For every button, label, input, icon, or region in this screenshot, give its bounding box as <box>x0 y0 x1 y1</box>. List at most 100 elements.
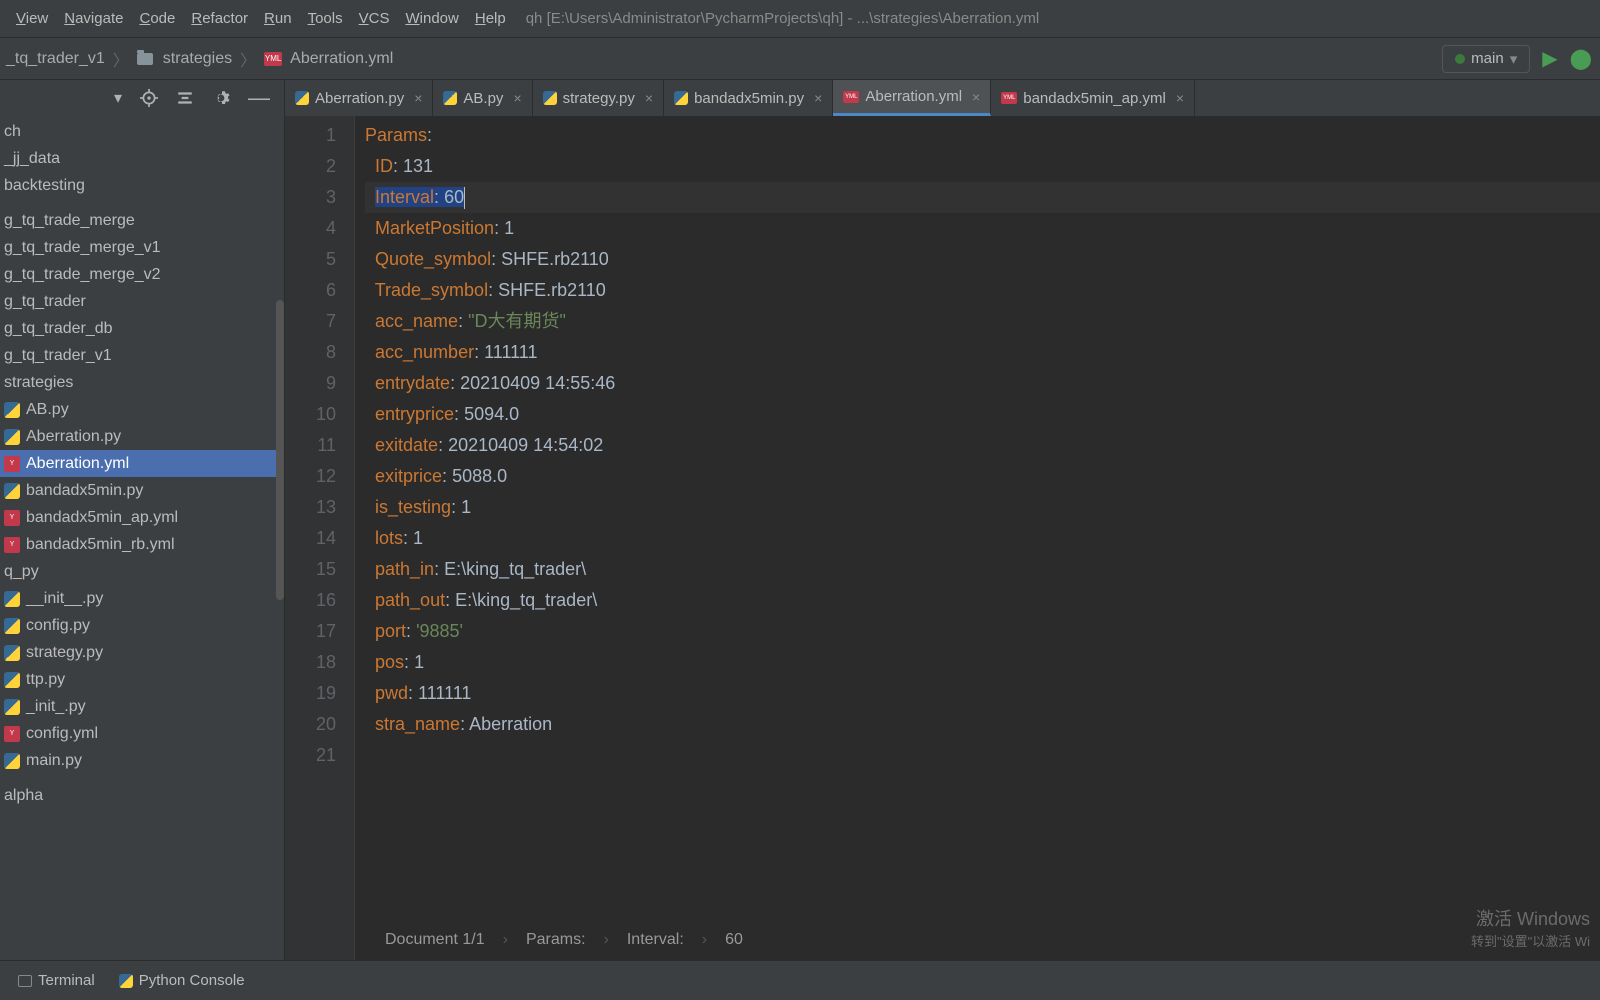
file-tree[interactable]: ch_jj_databacktestingg_tq_trade_mergeg_t… <box>0 116 284 960</box>
tree-item[interactable]: main.py <box>0 747 284 774</box>
tab-label: strategy.py <box>563 90 635 107</box>
tree-item[interactable]: Ybandadx5min_rb.yml <box>0 531 284 558</box>
status-path-segment[interactable]: 60 <box>725 931 743 949</box>
code-line[interactable]: exitdate: 20210409 14:54:02 <box>365 430 1600 461</box>
tree-item[interactable]: q_py <box>0 558 284 585</box>
menu-run[interactable]: Run <box>256 6 300 31</box>
close-tab-icon[interactable]: × <box>414 90 422 106</box>
tree-item-label: main.py <box>26 752 82 770</box>
code-line[interactable]: pos: 1 <box>365 647 1600 678</box>
hide-sidebar-button[interactable]: — <box>248 91 270 105</box>
close-tab-icon[interactable]: × <box>1176 90 1184 106</box>
chevron-right-icon: 〉 <box>113 47 129 71</box>
tree-item-label: config.yml <box>26 725 98 743</box>
status-path-segment[interactable]: Interval: <box>627 931 684 949</box>
code-line[interactable]: lots: 1 <box>365 523 1600 554</box>
menu-window[interactable]: Window <box>397 6 466 31</box>
collapse-all-icon[interactable] <box>176 89 194 107</box>
code-line[interactable]: port: '9885' <box>365 616 1600 647</box>
menu-tools[interactable]: Tools <box>300 6 351 31</box>
expand-arrow-icon[interactable]: ▾ <box>114 88 122 108</box>
close-tab-icon[interactable]: × <box>972 89 980 105</box>
tree-item-label: _init_.py <box>26 698 86 716</box>
editor-tab[interactable]: bandadx5min.py× <box>664 80 833 116</box>
tree-item[interactable]: bandadx5min.py <box>0 477 284 504</box>
gear-icon[interactable] <box>212 89 230 107</box>
close-tab-icon[interactable]: × <box>645 90 653 106</box>
tree-item[interactable]: g_tq_trader <box>0 288 284 315</box>
code-area[interactable]: 123456789101112131415161718192021 Params… <box>285 116 1600 960</box>
editor-tab[interactable]: YMLbandadx5min_ap.yml× <box>991 80 1195 116</box>
code-line[interactable]: acc_number: 111111 <box>365 337 1600 368</box>
close-tab-icon[interactable]: × <box>814 90 822 106</box>
close-tab-icon[interactable]: × <box>513 90 521 106</box>
tree-item[interactable]: AB.py <box>0 396 284 423</box>
tree-item[interactable]: _jj_data <box>0 145 284 172</box>
code-line[interactable]: entrydate: 20210409 14:55:46 <box>365 368 1600 399</box>
tree-item[interactable]: strategies <box>0 369 284 396</box>
locate-icon[interactable] <box>140 89 158 107</box>
windows-activation-watermark: 激活 Windows 转到"设置"以激活 Wi <box>1471 905 1590 950</box>
code-line[interactable]: is_testing: 1 <box>365 492 1600 523</box>
menu-refactor[interactable]: Refactor <box>183 6 256 31</box>
scrollbar-thumb[interactable] <box>276 300 284 600</box>
breadcrumb-item[interactable]: strategies <box>163 50 232 68</box>
line-number: 9 <box>285 368 336 399</box>
terminal-tool-button[interactable]: Terminal <box>18 972 95 989</box>
code-line[interactable]: MarketPosition: 1 <box>365 213 1600 244</box>
python-console-tool-button[interactable]: Python Console <box>119 972 245 989</box>
tree-item[interactable]: ttp.py <box>0 666 284 693</box>
tree-item[interactable]: Aberration.py <box>0 423 284 450</box>
code-line[interactable]: pwd: 111111 <box>365 678 1600 709</box>
code-line[interactable]: Quote_symbol: SHFE.rb2110 <box>365 244 1600 275</box>
menu-help[interactable]: Help <box>467 6 514 31</box>
python-file-icon <box>4 429 20 445</box>
tree-item[interactable]: strategy.py <box>0 639 284 666</box>
tree-item[interactable]: g_tq_trade_merge_v1 <box>0 234 284 261</box>
tree-item[interactable]: g_tq_trade_merge <box>0 207 284 234</box>
code-line[interactable]: path_out: E:\king_tq_trader\ <box>365 585 1600 616</box>
breadcrumb-item[interactable]: Aberration.yml <box>290 50 393 68</box>
code-line[interactable]: stra_name: Aberration <box>365 709 1600 740</box>
tree-item[interactable]: backtesting <box>0 172 284 199</box>
breadcrumb-item[interactable]: _tq_trader_v1 <box>6 50 105 68</box>
menu-vcs[interactable]: VCS <box>351 6 398 31</box>
code-line[interactable]: path_in: E:\king_tq_trader\ <box>365 554 1600 585</box>
tree-item[interactable]: config.py <box>0 612 284 639</box>
code-line[interactable]: Trade_symbol: SHFE.rb2110 <box>365 275 1600 306</box>
python-file-icon <box>4 402 20 418</box>
code-line[interactable]: entryprice: 5094.0 <box>365 399 1600 430</box>
tree-item[interactable]: YAberration.yml <box>0 450 284 477</box>
code-line[interactable]: Interval: 60 <box>365 182 1600 213</box>
menu-view[interactable]: View <box>8 6 56 31</box>
editor-tab[interactable]: Aberration.py× <box>285 80 433 116</box>
code-body[interactable]: Params: ID: 131 Interval: 60 MarketPosit… <box>355 116 1600 960</box>
editor-tab[interactable]: YMLAberration.yml× <box>833 80 991 116</box>
run-configuration-selector[interactable]: main ▾ <box>1442 45 1530 73</box>
code-line[interactable]: Params: <box>365 120 1600 151</box>
code-line[interactable]: ID: 131 <box>365 151 1600 182</box>
menu-navigate[interactable]: Navigate <box>56 6 131 31</box>
status-path-segment[interactable]: Params: <box>526 931 586 949</box>
tree-item[interactable]: __init__.py <box>0 585 284 612</box>
python-file-icon <box>543 91 557 105</box>
tree-item[interactable]: Ybandadx5min_ap.yml <box>0 504 284 531</box>
tree-item[interactable]: alpha <box>0 782 284 809</box>
tree-item[interactable]: g_tq_trade_merge_v2 <box>0 261 284 288</box>
editor-tab[interactable]: AB.py× <box>433 80 532 116</box>
tree-item-label: g_tq_trader_db <box>4 320 113 338</box>
editor-tab[interactable]: strategy.py × <box>533 80 664 116</box>
tree-item[interactable]: Yconfig.yml <box>0 720 284 747</box>
line-number: 10 <box>285 399 336 430</box>
debug-button[interactable]: ⬤ <box>1570 46 1592 71</box>
tree-item[interactable]: g_tq_trader_db <box>0 315 284 342</box>
tree-item[interactable]: g_tq_trader_v1 <box>0 342 284 369</box>
code-line[interactable]: acc_name: "D大有期货" <box>365 306 1600 337</box>
run-button[interactable]: ▶ <box>1542 46 1557 71</box>
tree-item[interactable]: ch <box>0 118 284 145</box>
code-line[interactable] <box>365 740 1600 771</box>
chevron-down-icon: ▾ <box>1510 50 1518 68</box>
code-line[interactable]: exitprice: 5088.0 <box>365 461 1600 492</box>
tree-item[interactable]: _init_.py <box>0 693 284 720</box>
menu-code[interactable]: Code <box>131 6 183 31</box>
